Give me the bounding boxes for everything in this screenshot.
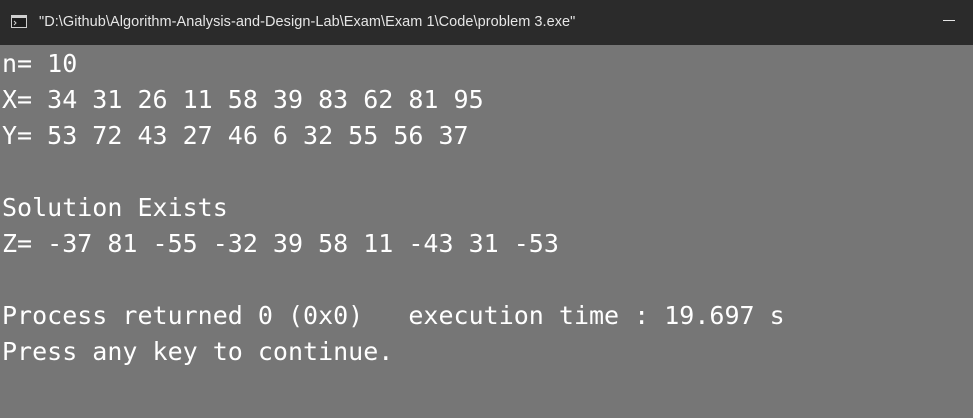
console-app-icon: [11, 15, 27, 28]
console-line-z: Z= -37 81 -55 -32 39 58 11 -43 31 -53: [2, 229, 559, 258]
minimize-icon: [943, 20, 955, 21]
title-bar[interactable]: "D:\Github\Algorithm-Analysis-and-Design…: [0, 0, 973, 45]
console-line-solution-status: Solution Exists: [2, 193, 228, 222]
console-window: "D:\Github\Algorithm-Analysis-and-Design…: [0, 0, 973, 418]
console-line-n: n= 10: [2, 49, 78, 78]
console-line-press-any-key: Press any key to continue.: [2, 337, 394, 366]
console-line-x: X= 34 31 26 11 58 39 83 62 81 95: [2, 85, 484, 114]
console-line-process-returned: Process returned 0 (0x0) execution time …: [2, 301, 785, 330]
console-output[interactable]: n= 10 X= 34 31 26 11 58 39 83 62 81 95 Y…: [2, 46, 973, 418]
console-line-y: Y= 53 72 43 27 46 6 32 55 56 37: [2, 121, 469, 150]
minimize-button[interactable]: [929, 0, 973, 45]
window-title: "D:\Github\Algorithm-Analysis-and-Design…: [39, 14, 576, 30]
